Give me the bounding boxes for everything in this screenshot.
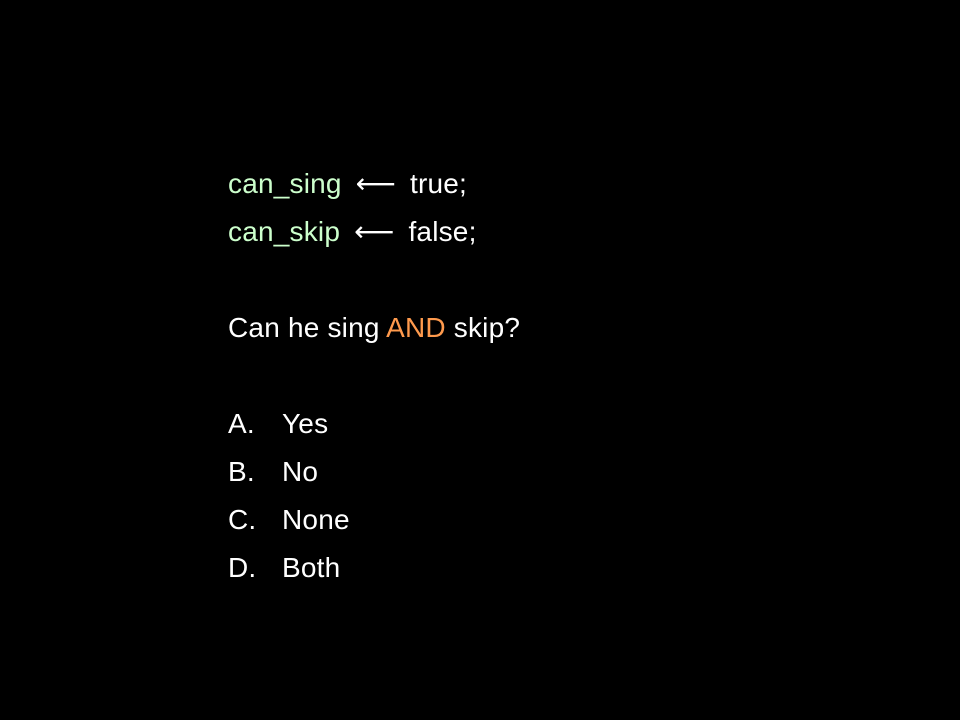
option-text: No xyxy=(282,456,319,487)
question-prefix: Can he sing xyxy=(228,312,380,343)
variable-name: can_sing xyxy=(228,168,342,199)
slide-content: can_sing ⟵ true; can_skip ⟵ false; Can h… xyxy=(228,160,520,592)
variable-name: can_skip xyxy=(228,216,341,247)
option-letter: C. xyxy=(228,504,257,535)
question-suffix: skip? xyxy=(453,312,521,343)
option-text: None xyxy=(282,504,350,535)
question-keyword: AND xyxy=(386,312,446,343)
question: Can he sing AND skip? xyxy=(228,304,520,352)
option-b[interactable]: B. No xyxy=(228,448,520,496)
code-line-can-skip: can_skip ⟵ false; xyxy=(228,208,520,256)
option-letter: D. xyxy=(228,552,257,583)
slide: can_sing ⟵ true; can_skip ⟵ false; Can h… xyxy=(0,0,960,720)
assigned-value: true; xyxy=(410,168,468,199)
assignment-arrow-icon: ⟵ xyxy=(354,216,395,247)
option-d[interactable]: D. Both xyxy=(228,544,520,592)
option-text: Both xyxy=(282,552,341,583)
option-c[interactable]: C. None xyxy=(228,496,520,544)
option-letter: A. xyxy=(228,408,255,439)
code-line-can-sing: can_sing ⟵ true; xyxy=(228,160,520,208)
option-a[interactable]: A. Yes xyxy=(228,400,520,448)
assigned-value: false; xyxy=(408,216,477,247)
assignment-arrow-icon: ⟵ xyxy=(355,168,397,199)
option-text: Yes xyxy=(282,408,329,439)
option-letter: B. xyxy=(228,456,255,487)
